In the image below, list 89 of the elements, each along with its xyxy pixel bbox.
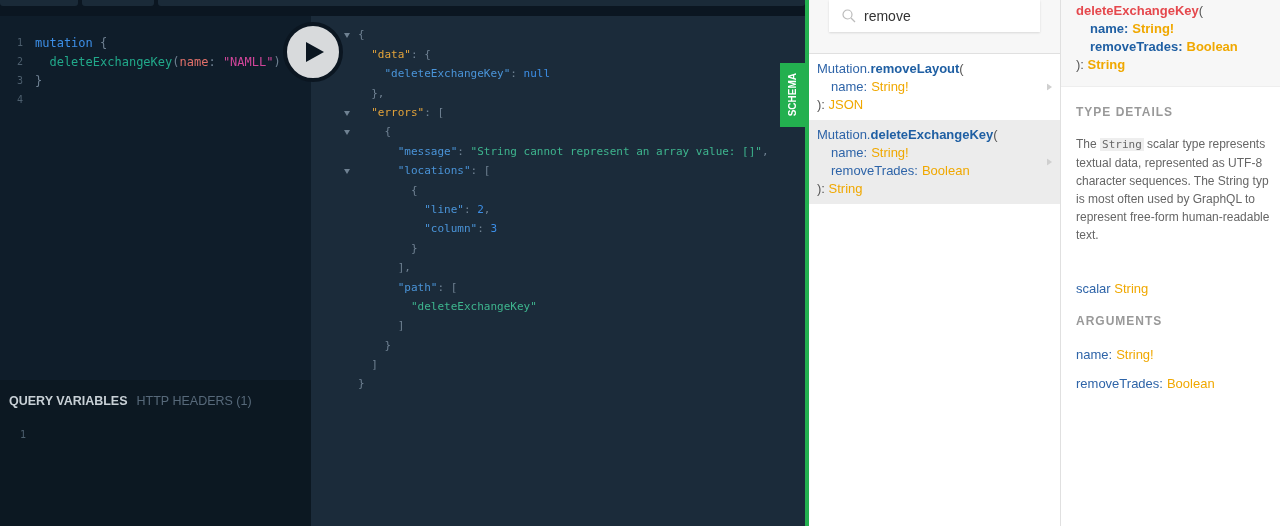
arg-type: Boolean — [1186, 39, 1238, 54]
search-field[interactable]: remove — [829, 0, 1040, 32]
code-token: : — [510, 66, 518, 83]
code-token: "errors" — [370, 105, 425, 121]
code-token: } — [409, 240, 418, 257]
code-token: "line" — [423, 201, 464, 218]
code-token: "deleteExchangeKey" — [383, 66, 511, 83]
code-token: "message" — [396, 143, 458, 160]
code-token: ( — [172, 53, 180, 71]
code-token: 3 — [490, 221, 498, 238]
code-token: 2 — [477, 201, 484, 218]
arg-type: Boolean — [921, 163, 970, 178]
code-token: : — [208, 53, 217, 71]
code-token: { — [358, 27, 365, 44]
field-name: removeLayout — [870, 61, 960, 76]
scalar-keyword: scalar — [1076, 281, 1112, 296]
arg-name: name: — [831, 79, 868, 94]
code-token: ], — [396, 260, 411, 277]
code-token: ] — [370, 357, 378, 374]
code-token: }, — [370, 85, 385, 102]
search-result[interactable]: Mutation.deleteExchangeKey( name: String! removeTrades: Boolean ): String — [809, 120, 1060, 204]
code-token: : — [463, 201, 472, 218]
field-name: deleteExchangeKey — [1076, 3, 1199, 18]
paren: ): — [817, 97, 826, 112]
arg-name: removeTrades: — [1090, 39, 1183, 54]
code-token: } — [358, 376, 365, 393]
type-description: The String scalar type represents textual data, represented as UTF-8 character sequences. The String typ is most often used by GraphQL to represent free-form human-readable text. — [1076, 136, 1270, 244]
return-type: JSON — [828, 97, 864, 112]
code-token: "NAMLL" — [222, 53, 274, 71]
arg-name: name: — [1076, 347, 1113, 362]
paren: ( — [993, 127, 998, 142]
chevron-icon — [1047, 83, 1052, 91]
code-token: deleteExchangeKey — [48, 53, 173, 71]
code-token: { — [409, 182, 418, 199]
code-token: "locations" — [396, 163, 471, 180]
code-token: : { — [411, 46, 431, 63]
code-token: mutation — [35, 34, 93, 52]
code-token: "data" — [370, 46, 411, 63]
fold-arrow-icon[interactable] — [344, 110, 350, 116]
arg-name: name: — [1090, 21, 1129, 36]
code-token: "path" — [396, 279, 438, 296]
code-token: , — [483, 201, 491, 218]
paren: ( — [1198, 3, 1204, 18]
code-token: : [ — [470, 163, 491, 180]
code-token: } — [35, 72, 43, 90]
code-token: "column" — [423, 221, 478, 238]
line-number: 1 — [18, 427, 26, 442]
code-token: name — [179, 53, 209, 71]
line-number: 4 — [15, 93, 24, 107]
chevron-icon — [1047, 158, 1052, 166]
section-title: TYPE DETAILS — [1076, 104, 1175, 121]
search-icon — [842, 9, 856, 23]
arg-type: String! — [871, 79, 909, 94]
code-token: "deleteExchangeKey" — [409, 298, 537, 315]
line-number: 1 — [15, 36, 24, 50]
code-token: , — [762, 143, 769, 160]
return-type: String — [1087, 57, 1126, 72]
code-token: ] — [396, 318, 405, 335]
line-number: 2 — [15, 55, 24, 69]
code-token: : — [457, 143, 465, 160]
arg-type: String! — [1132, 21, 1175, 36]
pane-tab[interactable]: QUERY VARIABLES — [9, 392, 128, 411]
field-name: deleteExchangeKey — [870, 127, 994, 142]
code-token: null — [523, 66, 551, 83]
code-token: { — [99, 34, 108, 52]
code-token: : [ — [437, 279, 458, 296]
fold-arrow-icon[interactable] — [344, 168, 350, 174]
fold-arrow-icon[interactable] — [344, 130, 350, 136]
return-type: String — [828, 181, 863, 196]
paren: ): — [817, 181, 826, 196]
arg-name: removeTrades: — [1076, 376, 1163, 391]
type-name: Mutation. — [817, 127, 871, 142]
code-token: } — [383, 337, 392, 354]
line-number: 3 — [15, 74, 24, 88]
fold-arrow-icon[interactable] — [344, 33, 350, 39]
code-token: { — [383, 124, 392, 141]
section-title: ARGUMENTS — [1076, 313, 1164, 330]
code-token: : [ — [424, 105, 445, 121]
type-name: Mutation. — [817, 61, 871, 76]
pane-tab[interactable]: HTTP HEADERS (1) — [136, 392, 252, 411]
paren: ( — [959, 61, 964, 76]
arg-name: removeTrades: — [831, 163, 918, 178]
code-token: "String cannot represent an array value: []" — [470, 143, 762, 160]
paren: ): — [1076, 57, 1085, 72]
play-icon — [306, 42, 324, 62]
arg-type: String! — [871, 145, 909, 160]
code-token: : — [477, 221, 485, 238]
code-token: ) — [273, 53, 281, 71]
arg-name: name: — [831, 145, 868, 160]
